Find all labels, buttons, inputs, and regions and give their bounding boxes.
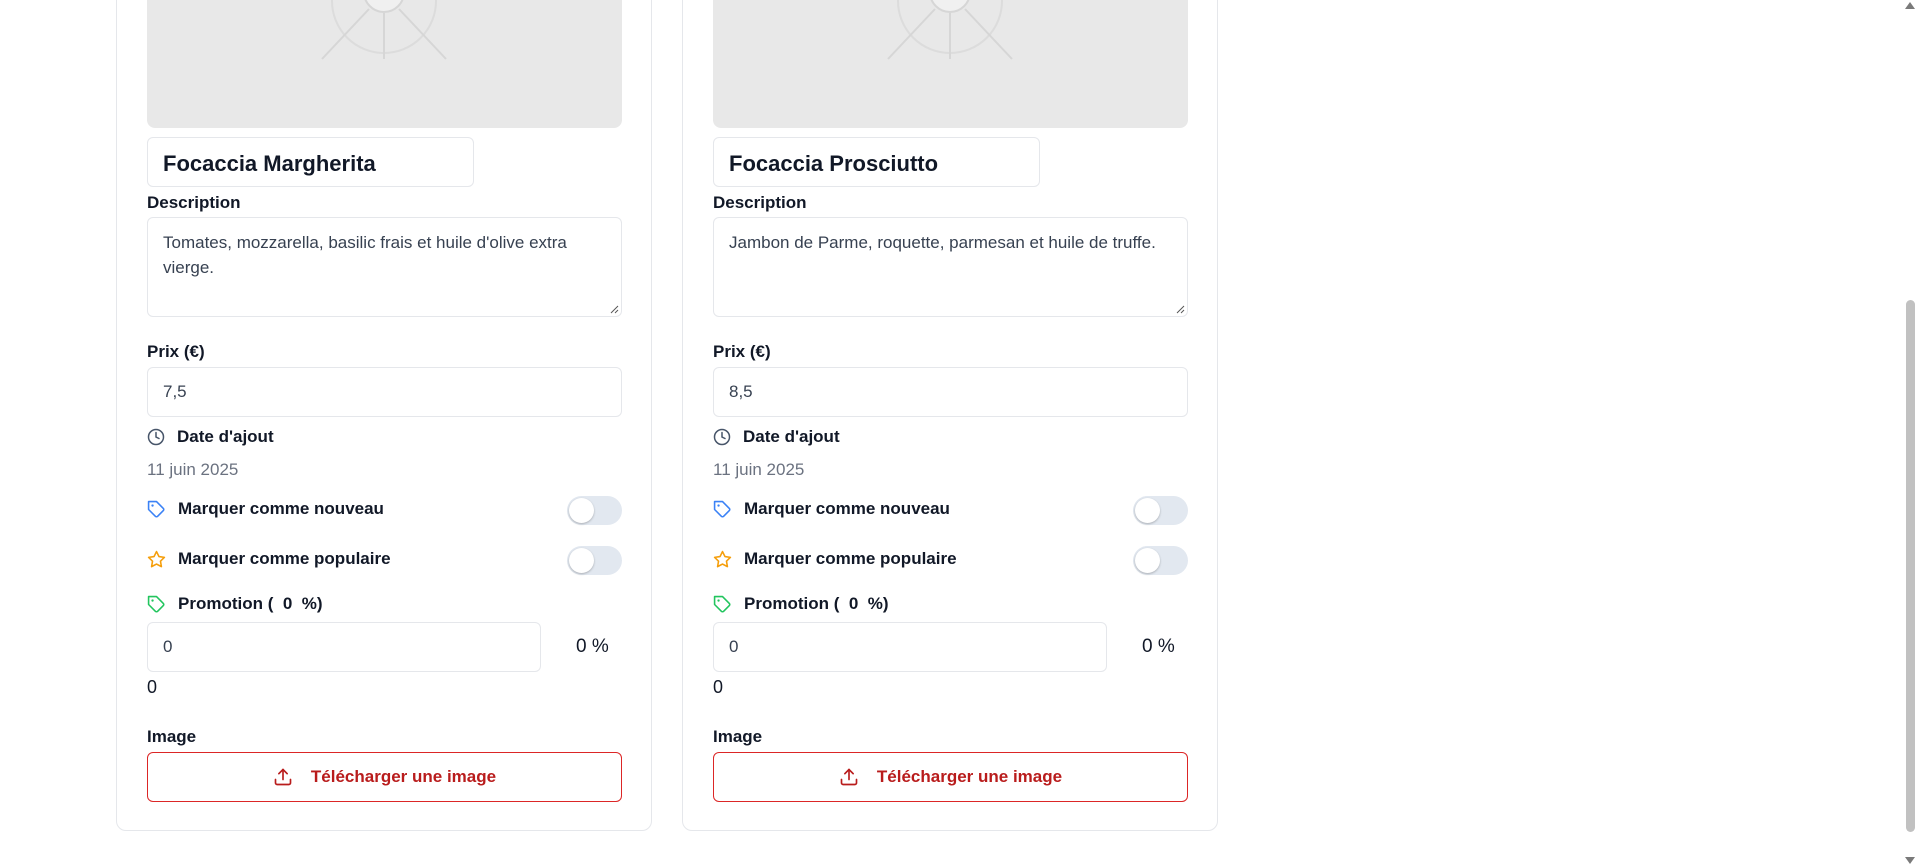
promo-row: Promotion ( 0 %): [147, 594, 323, 614]
description-textarea[interactable]: Tomates, mozzarella, basilic frais et hu…: [147, 217, 622, 317]
popular-toggle[interactable]: [567, 546, 622, 575]
promo-percent: 0 %: [1142, 636, 1175, 657]
description-textarea[interactable]: Jambon de Parme, roquette, parmesan et h…: [713, 217, 1188, 317]
placeholder-image-icon: [887, 0, 1013, 60]
scroll-down-arrow-icon[interactable]: [1905, 857, 1915, 864]
popular-row: Marquer comme populaire: [713, 549, 957, 569]
date-label: Date d'ajout: [743, 427, 840, 446]
popular-label: Marquer comme populaire: [178, 549, 391, 568]
scrollbar-thumb[interactable]: [1906, 300, 1915, 832]
description-text: Jambon de Parme, roquette, parmesan et h…: [729, 233, 1156, 252]
popular-label: Marquer comme populaire: [744, 549, 957, 568]
scroll-up-arrow-icon[interactable]: [1905, 2, 1915, 9]
toggle-knob: [1135, 548, 1160, 573]
promo-row: Promotion ( 0 %): [713, 594, 889, 614]
date-row: Date d'ajout: [713, 427, 840, 447]
toggle-knob: [1135, 498, 1160, 523]
upload-image-button[interactable]: Télécharger une image: [147, 752, 622, 802]
upload-label: Télécharger une image: [876, 767, 1063, 786]
description-text: Tomates, mozzarella, basilic frais et hu…: [163, 233, 567, 277]
price-input[interactable]: 7,5: [147, 367, 622, 417]
promo-percent: 0 %: [576, 636, 609, 657]
promo-value-text: 0: [147, 677, 158, 697]
popular-toggle[interactable]: [1133, 546, 1188, 575]
resize-handle-icon[interactable]: [1176, 305, 1185, 314]
image-label: Image: [147, 727, 197, 746]
promo-input[interactable]: 0: [713, 622, 1107, 672]
promo-input[interactable]: 0: [147, 622, 541, 672]
popular-row: Marquer comme populaire: [147, 549, 391, 569]
toggle-knob: [569, 548, 594, 573]
date-label: Date d'ajout: [177, 427, 274, 446]
tag-icon: [713, 500, 731, 518]
promo-label: Promotion ( 0 %): [744, 594, 889, 613]
upload-label: Télécharger une image: [310, 767, 497, 786]
new-row: Marquer comme nouveau: [147, 499, 384, 519]
product-name-input[interactable]: Focaccia Prosciutto: [713, 137, 1040, 187]
toggle-knob: [569, 498, 594, 523]
image-label: Image: [713, 727, 763, 746]
description-label: Description: [147, 193, 241, 212]
date-value: 11 juin 2025: [713, 460, 805, 479]
product-name-input[interactable]: Focaccia Margherita: [147, 137, 474, 187]
star-icon: [713, 550, 732, 567]
product-card: Focaccia Prosciutto Description Jambon d…: [682, 0, 1218, 831]
image-placeholder: [147, 0, 622, 128]
clock-icon: [147, 428, 165, 446]
tag-icon: [147, 500, 165, 518]
date-value: 11 juin 2025: [147, 460, 239, 479]
product-card: Focaccia Margherita Description Tomates,…: [116, 0, 652, 831]
date-row: Date d'ajout: [147, 427, 274, 447]
promo-value-text: 0: [713, 677, 724, 697]
promo-tag-icon: [713, 595, 731, 613]
new-toggle[interactable]: [1133, 496, 1188, 525]
new-label: Marquer comme nouveau: [744, 499, 950, 518]
star-icon: [147, 550, 166, 567]
clock-icon: [713, 428, 731, 446]
new-toggle[interactable]: [567, 496, 622, 525]
new-label: Marquer comme nouveau: [178, 499, 384, 518]
resize-handle-icon[interactable]: [610, 305, 619, 314]
promo-label: Promotion ( 0 %): [178, 594, 323, 613]
price-input[interactable]: 8,5: [713, 367, 1188, 417]
upload-image-button[interactable]: Télécharger une image: [713, 752, 1188, 802]
upload-icon: [840, 768, 858, 786]
new-row: Marquer comme nouveau: [713, 499, 950, 519]
price-label: Prix (€): [713, 342, 771, 361]
price-label: Prix (€): [147, 342, 205, 361]
promo-tag-icon: [147, 595, 165, 613]
upload-icon: [274, 768, 292, 786]
vertical-scrollbar[interactable]: [1902, 0, 1919, 867]
placeholder-image-icon: [321, 0, 447, 60]
description-label: Description: [713, 193, 807, 212]
image-placeholder: [713, 0, 1188, 128]
